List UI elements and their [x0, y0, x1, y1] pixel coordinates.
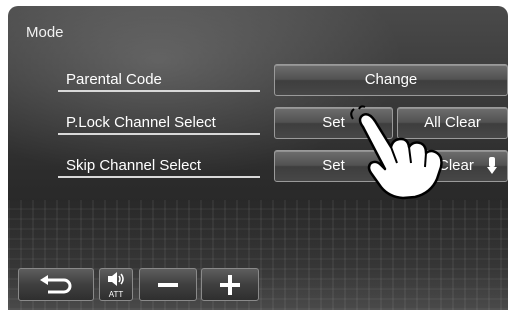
parental-code-label: Parental Code — [58, 68, 260, 92]
pointing-hand-icon — [345, 105, 455, 200]
skip-channel-select-label: Skip Channel Select — [58, 154, 260, 178]
minus-icon — [158, 283, 178, 287]
scroll-arrow-icon[interactable] — [486, 156, 498, 176]
page-title: Mode — [26, 24, 64, 41]
plock-channel-select-label: P.Lock Channel Select — [58, 111, 260, 135]
change-button[interactable]: Change — [274, 64, 508, 96]
att-button[interactable]: ATT — [99, 268, 133, 301]
att-label: ATT — [108, 290, 124, 299]
volume-down-button[interactable] — [139, 268, 197, 301]
speaker-icon — [108, 272, 124, 286]
plus-icon — [220, 275, 240, 295]
return-icon — [40, 275, 72, 294]
return-button[interactable] — [18, 268, 94, 301]
volume-up-button[interactable] — [201, 268, 259, 301]
